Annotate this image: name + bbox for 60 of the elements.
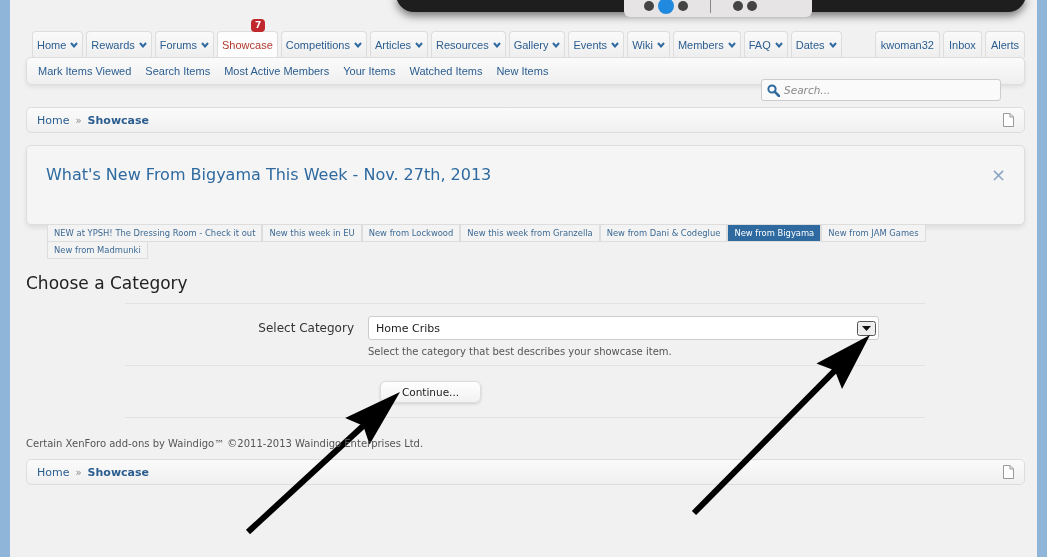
nav-tab[interactable]: Forums <box>154 31 215 57</box>
sub-nav-link[interactable]: Search Items <box>145 65 211 77</box>
caret-icon <box>774 41 783 48</box>
account-tab[interactable]: Alerts <box>984 31 1025 57</box>
field-label: Select Category <box>257 320 355 337</box>
notice-tab[interactable]: New from Madmunki <box>47 242 148 259</box>
document-icon[interactable] <box>1003 465 1014 479</box>
breadcrumb-link[interactable]: Showcase <box>87 465 150 479</box>
notice-tab[interactable]: New from JAM Games <box>821 225 926 242</box>
caret-icon <box>138 41 147 48</box>
caret-icon <box>828 41 837 48</box>
copyright-text: Certain XenForo add-ons by Waindigo™ ©2011-2013 Waindigo Enterprises Ltd. <box>26 438 424 449</box>
caret-icon <box>201 41 210 48</box>
nav-tab[interactable]: Dates <box>790 31 842 57</box>
notification-badge: 7 <box>251 19 266 32</box>
caret-icon <box>611 41 620 48</box>
breadcrumb-link[interactable]: Showcase <box>87 113 150 127</box>
breadcrumb-separator: » <box>75 114 82 126</box>
caret-icon <box>552 41 561 48</box>
nav-tab[interactable]: Wiki <box>627 31 670 57</box>
notice-tab[interactable]: New from Bigyama <box>727 225 822 242</box>
notice-tab[interactable]: New from Dani & Codeglue <box>599 225 728 242</box>
nav-tab[interactable]: Members <box>672 31 741 57</box>
sub-nav-link[interactable]: Mark Items Viewed <box>38 65 132 77</box>
field-hint: Select the category that best describes your showcase item. <box>368 346 673 357</box>
account-tab[interactable]: Inbox <box>942 31 982 57</box>
sub-nav-link[interactable]: Watched Items <box>409 65 483 77</box>
notice-tab[interactable]: NEW at YPSH! The Dressing Room - Check it out <box>47 225 263 242</box>
breadcrumb-link[interactable]: Home <box>37 465 70 479</box>
nav-tab[interactable]: Resources <box>431 31 506 57</box>
notice-title: What's New From Bigyama This Week - Nov. 27th, 2013 <box>46 164 492 184</box>
caret-icon <box>415 41 424 48</box>
notice-tab[interactable]: New from Lockwood <box>361 225 461 242</box>
account-tab[interactable]: kwoman32 <box>874 31 940 57</box>
search-icon <box>767 84 780 97</box>
document-icon[interactable] <box>1003 113 1014 127</box>
caret-icon <box>727 41 736 48</box>
caret-icon <box>354 41 362 48</box>
continue-button[interactable]: Continue... <box>380 381 481 403</box>
sub-nav-link[interactable]: Most Active Members <box>224 65 330 77</box>
caret-icon <box>70 41 79 48</box>
nav-tab[interactable]: Articles <box>370 31 429 57</box>
caret-icon <box>492 41 501 48</box>
sub-nav-link[interactable]: New Items <box>496 65 549 77</box>
breadcrumb-separator: » <box>75 466 82 478</box>
category-dropdown[interactable]: Home Cribs <box>368 316 879 340</box>
nav-tab[interactable]: Gallery <box>508 31 566 57</box>
caret-icon <box>656 41 665 48</box>
notice-tab[interactable]: New this week in EU <box>262 225 362 242</box>
search-field[interactable]: Search... <box>761 79 1001 101</box>
nav-tab[interactable]: Showcase <box>217 31 278 57</box>
nav-tab[interactable]: Home <box>32 31 84 57</box>
notice-tab[interactable]: New this week from Granzella <box>460 225 600 242</box>
sub-nav-link[interactable]: Your Items <box>343 65 396 77</box>
nav-tab[interactable]: FAQ <box>743 31 788 57</box>
page-heading: Choose a Category <box>26 272 189 294</box>
nav-tab[interactable]: Events <box>568 31 625 57</box>
breadcrumb-link[interactable]: Home <box>37 113 70 127</box>
nav-tab[interactable]: Rewards <box>86 31 152 57</box>
nav-tab[interactable]: Competitions <box>280 31 367 57</box>
